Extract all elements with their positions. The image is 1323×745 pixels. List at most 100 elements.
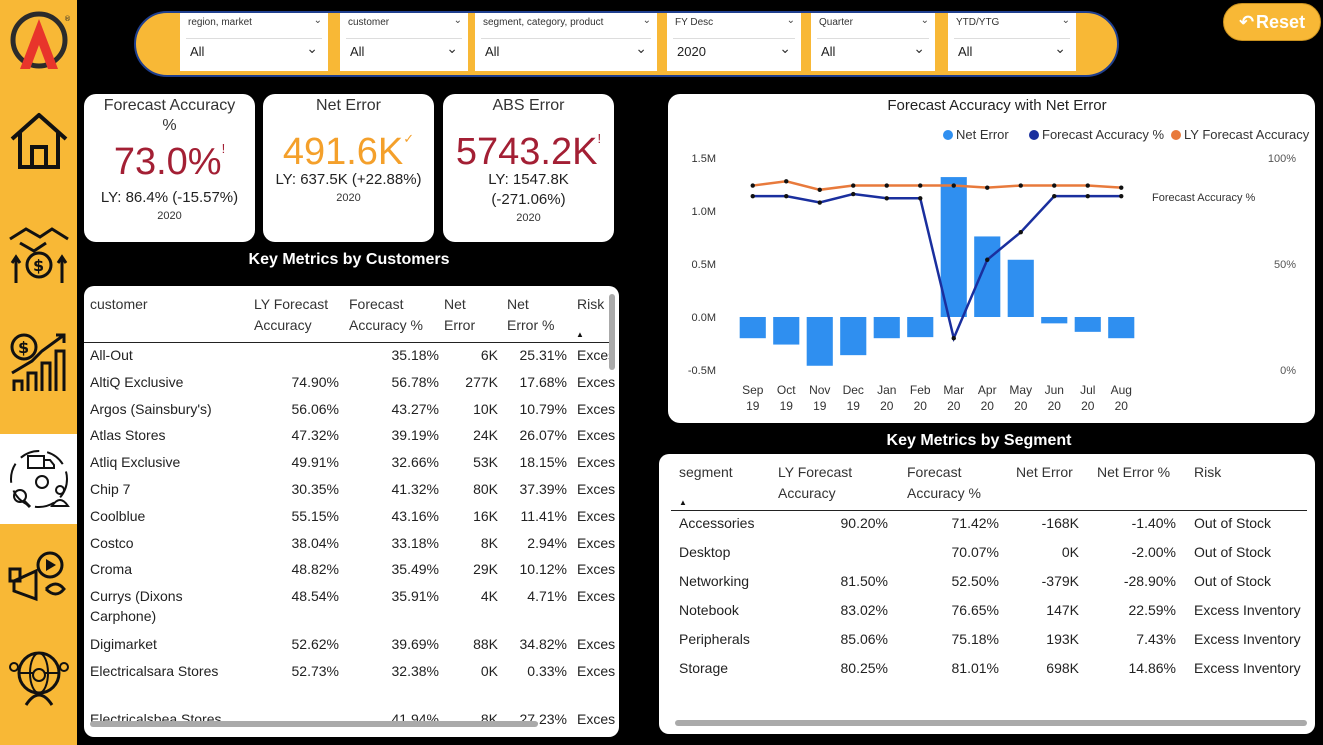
column-header-net-error[interactable]: Net Error [444,294,484,336]
column-header-forecast-accuracy[interactable]: Forecast Accuracy % [349,294,431,336]
chevron-down-icon[interactable]: ⌄ [446,40,458,57]
series-point[interactable] [784,193,789,199]
column-header-net-error-pct[interactable]: Net Error % [1097,462,1170,483]
nav-global[interactable] [0,632,77,720]
column-header-net-error[interactable]: Net Error [1016,462,1073,483]
nav-supply-chain[interactable] [0,434,77,524]
net-error-bar[interactable] [1108,317,1135,339]
slicer-segment-category-product[interactable]: segment, category, product ⌄ All ⌄ [475,13,657,71]
series-point[interactable] [1018,183,1023,188]
table-row[interactable]: Electricalsara Stores 52.73% 32.38% 0K 0.33%… [84,661,615,709]
net-error-bar[interactable] [773,317,800,345]
column-header-ly-forecast-accuracy[interactable]: LY Forecast Accuracy [254,294,334,336]
series-point[interactable] [817,187,822,192]
slicer-ytd-ytg[interactable]: YTD/YTG ⌄ All ⌄ [948,13,1076,71]
nav-finance[interactable]: $ [0,208,77,296]
horizontal-scrollbar[interactable] [675,720,1307,726]
customer-name: Atlas Stores [90,427,166,444]
table-row[interactable]: Peripherals 85.06% 75.18% 193K 7.43% Excess I… [659,629,1315,655]
series-point[interactable] [1052,183,1057,188]
table-row[interactable]: Argos (Sainsbury's) 56.06% 43.27% 10K 10.79%… [84,399,615,425]
reset-button[interactable]: ↶ Reset [1223,3,1321,41]
series-point[interactable] [817,200,822,205]
nav-growth[interactable]: $ [0,318,77,406]
series-point[interactable] [1085,193,1090,199]
net-error-bar[interactable] [840,317,867,356]
nav-home[interactable] [0,96,77,184]
slicer-quarter[interactable]: Quarter ⌄ All ⌄ [811,13,935,71]
ly-forecast-accuracy: 85.06% [840,631,888,647]
legend-item[interactable]: LY Forecast Accuracy [1184,127,1310,142]
ly-forecast-accuracy: 55.15% [291,507,339,524]
series-point[interactable] [750,183,755,188]
table-row[interactable]: Notebook 83.02% 76.65% 147K 22.59% Excess Inv… [659,600,1315,626]
series-point[interactable] [884,183,889,188]
series-point[interactable] [918,183,923,188]
vertical-scrollbar[interactable] [609,294,615,370]
y-tick-label: 1.5M [692,153,716,165]
table-row[interactable]: Digimarket 52.62% 39.69% 88K 34.82% Exces [84,634,615,660]
table-row[interactable]: Costco 38.04% 33.18% 8K 2.94% Exces [84,533,615,559]
table-row[interactable]: All-Out 35.18% 6K 25.31% Exces [84,345,615,371]
slicer-fy-desc[interactable]: FY Desc ⌄ 2020 ⌄ [667,13,801,71]
net-error-bar[interactable] [1041,317,1068,324]
legend-item[interactable]: Forecast Accuracy % [1042,127,1165,142]
customer-name: Coolblue [90,507,146,524]
net-error-pct: 17.68% [519,373,567,390]
table-row[interactable]: Desktop 70.07% 0K -2.00% Out of Stock [659,542,1315,568]
table-row[interactable]: Croma 48.82% 35.49% 29K 10.12% Exces [84,559,615,585]
series-point[interactable] [851,183,856,188]
column-header-risk[interactable]: Risk [577,294,604,315]
chevron-down-icon[interactable]: ⌄ [635,40,647,57]
slicer-region-market[interactable]: region, market ⌄ All ⌄ [180,13,328,71]
chevron-down-icon[interactable]: ⌄ [1054,40,1066,57]
series-point[interactable] [918,196,923,201]
table-row[interactable]: Atlas Stores 47.32% 39.19% 24K 26.07% Exces [84,425,615,451]
series-point[interactable] [951,183,956,188]
series-point[interactable] [851,191,856,197]
column-header-forecast-accuracy[interactable]: Forecast Accuracy % [907,462,997,504]
column-header-segment[interactable]: segment [679,462,733,483]
table-row[interactable]: Storage 80.25% 81.01% 698K 14.86% Excess Inve… [659,658,1315,684]
table-row[interactable]: Currys (Dixons Carphone) 48.54% 35.91% 4K 4.… [84,586,615,634]
net-error-bar[interactable] [739,317,766,339]
series-point[interactable] [1085,183,1090,188]
column-header-customer[interactable]: customer [90,294,148,315]
net-error-pct: 4.71% [527,588,567,605]
series-point[interactable] [1119,185,1124,190]
net-error-bar[interactable] [873,317,900,339]
table-row[interactable]: Chip 7 30.35% 41.32% 80K 37.39% Exces [84,479,615,505]
table-row[interactable]: Accessories 90.20% 71.42% -168K -1.40% Out of… [659,513,1315,539]
column-header-ly-forecast-accuracy[interactable]: LY Forecast Accuracy [778,462,868,504]
slicer-customer[interactable]: customer ⌄ All ⌄ [340,13,468,71]
table-row[interactable]: Coolblue 55.15% 43.16% 16K 11.41% Exces [84,506,615,532]
nav-marketing[interactable] [0,534,77,622]
column-header-risk[interactable]: Risk [1194,462,1221,483]
chevron-down-icon[interactable]: ⌄ [779,40,791,57]
series-point[interactable] [1018,230,1023,235]
series-point[interactable] [1119,193,1124,199]
table-row[interactable]: AltiQ Exclusive 74.90% 56.78% 277K 17.68% Exc… [84,372,615,398]
series-point[interactable] [951,336,956,341]
net-error-bar[interactable] [907,317,934,338]
series-point[interactable] [784,179,789,184]
table-row[interactable]: Networking 81.50% 52.50% -379K -28.90% Out of… [659,571,1315,597]
legend-item[interactable]: Net Error [956,127,1009,142]
net-error-bar[interactable] [1007,259,1034,317]
table-row[interactable]: Atliq Exclusive 49.91% 32.66% 53K 18.15% Exce… [84,452,615,478]
ly-forecast-accuracy: 80.25% [840,660,888,676]
column-header-net-error-pct[interactable]: Net Error % [507,294,559,336]
horizontal-scrollbar[interactable] [90,721,538,727]
forecast-accuracy: 39.69% [391,636,439,653]
series-point[interactable] [750,193,755,199]
chevron-down-icon[interactable]: ⌄ [306,40,318,57]
net-error-bar[interactable] [974,236,1001,317]
net-error-bar[interactable] [806,317,833,366]
series-point[interactable] [884,196,889,201]
x-tick-label: Oct 19 [777,383,796,413]
series-point[interactable] [1052,193,1057,199]
series-point[interactable] [985,257,990,262]
chevron-down-icon[interactable]: ⌄ [913,40,925,57]
series-point[interactable] [985,185,990,190]
net-error-bar[interactable] [1074,317,1101,332]
